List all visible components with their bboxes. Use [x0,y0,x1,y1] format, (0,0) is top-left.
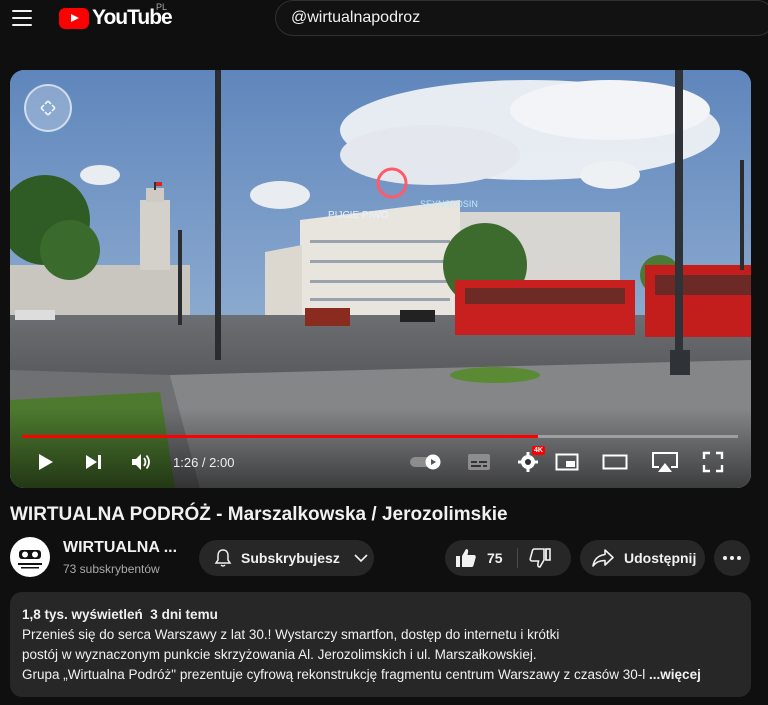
share-label: Udostępnij [624,550,697,566]
svg-text:SEYNSTOSIN: SEYNSTOSIN [420,199,478,209]
like-count: 75 [487,550,503,566]
description-box[interactable]: 1,8 tys. wyświetleń 3 dni temu Przenieś … [10,592,751,697]
quality-badge: 4K [532,446,545,455]
svg-text:PIJCIE PIWO: PIJCIE PIWO [328,210,389,221]
description-line-3-wrap: Grupa „Wirtualna Podróż" prezentuje cyfr… [22,665,739,685]
channel-name[interactable]: WIRTUALNA ... [63,539,177,557]
fullscreen-icon[interactable] [699,448,727,476]
view-count-date: 1,8 tys. wyświetleń 3 dni temu [22,607,218,622]
like-separator [517,548,518,568]
dislike-button[interactable] [529,540,565,576]
show-more-link[interactable]: ...więcej [649,667,701,682]
next-icon[interactable] [82,448,106,476]
airplay-icon[interactable] [650,448,680,476]
subscribe-button[interactable]: Subskrybujesz [199,540,374,576]
video-title: WIRTUALNA PODRÓŻ - Marszalkowska / Jeroz… [10,504,508,525]
description-line-3: Grupa „Wirtualna Podróż" prezentuje cyfr… [22,667,646,682]
subtitles-icon[interactable] [465,448,493,476]
player-controls: 1:26 / 2:00 4K [10,446,751,478]
progress-fill [22,435,538,438]
description-line-1: Przenieś się do serca Warszawy z lat 30.… [22,627,560,642]
search-input[interactable]: @wirtualnapodroz [275,0,768,36]
like-dislike-group: 75 [445,540,571,576]
volume-icon[interactable] [129,448,155,476]
autoplay-toggle-icon[interactable] [408,448,444,476]
channel-avatar[interactable] [10,537,50,577]
youtube-logo[interactable]: YouTube [59,6,173,29]
theater-icon[interactable] [601,448,629,476]
chevron-down-icon [354,554,368,563]
time-display: 1:26 / 2:00 [173,455,235,470]
more-horizontal-icon [723,556,741,560]
bell-icon [214,549,232,567]
more-actions-button[interactable] [714,540,750,576]
play-icon[interactable] [34,448,58,476]
like-button[interactable]: 75 [455,540,517,576]
video-player[interactable]: PIJCIE PIWO SEYNSTOSIN 1:26 / 2:00 4K [10,70,751,488]
share-button[interactable]: Udostępnij [580,540,705,576]
search-value: @wirtualnapodroz [291,9,421,26]
thumbs-up-icon [456,549,476,567]
share-icon [592,549,614,567]
description-line-2: postój w wyznaczonym punkcie skrzyżowani… [22,647,537,662]
subscribe-label: Subskrybujesz [241,550,340,566]
progress-bar[interactable] [22,435,738,438]
thumbs-down-icon [529,548,551,568]
subscriber-count: 73 subskrybentów [63,562,160,576]
top-bar: YouTube PL @wirtualnapodroz [0,0,768,40]
menu-icon[interactable] [12,10,32,26]
youtube-play-icon [59,7,89,29]
360-navigation-icon[interactable] [24,84,72,132]
region-label: PL [156,2,168,12]
miniplayer-icon[interactable] [553,448,581,476]
